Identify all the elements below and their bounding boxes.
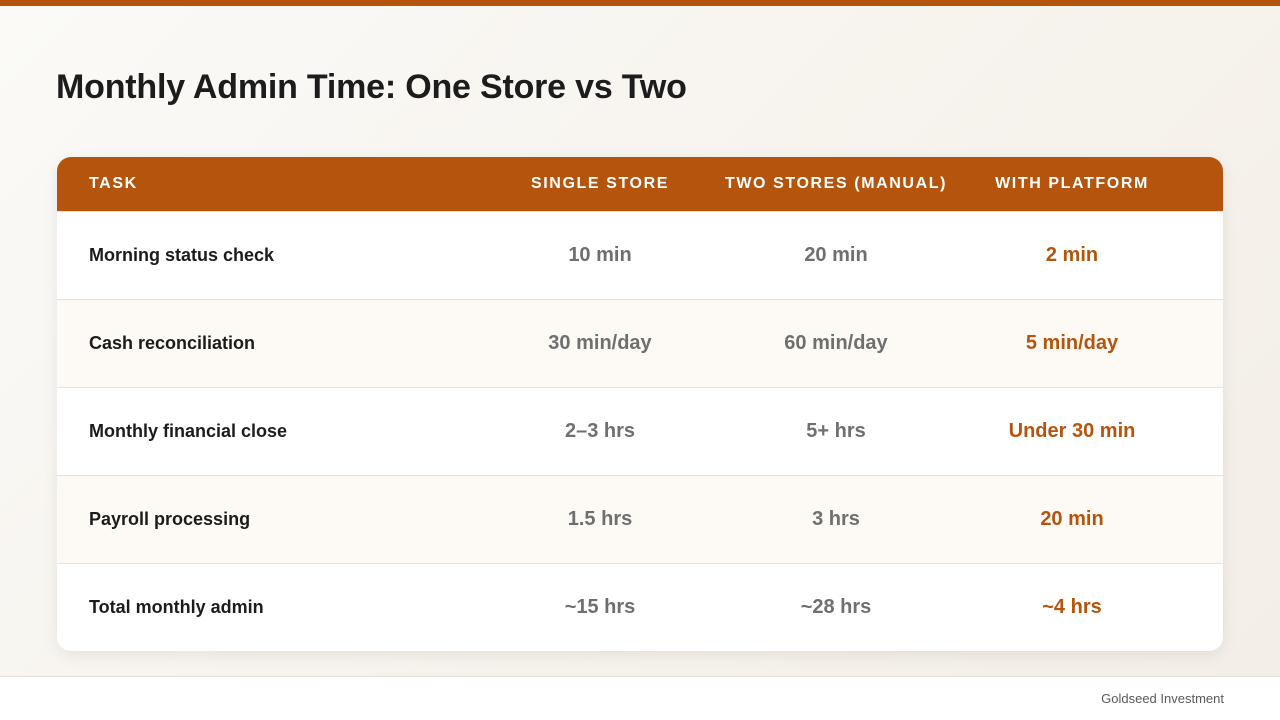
footer-bar: Goldseed Investment xyxy=(0,676,1280,720)
page-title: Monthly Admin Time: One Store vs Two xyxy=(56,68,687,106)
table-row: Cash reconciliation 30 min/day 60 min/da… xyxy=(57,299,1223,387)
header-with-platform: WITH PLATFORM xyxy=(995,175,1149,192)
header-two-stores-manual: TWO STORES (MANUAL) xyxy=(724,175,948,192)
task-cell: Total monthly admin xyxy=(89,597,264,617)
task-cell: Morning status check xyxy=(89,245,275,265)
header-task: TASK xyxy=(89,175,138,192)
footer-brand: Goldseed Investment xyxy=(1101,691,1224,706)
platform-cell: ~4 hrs xyxy=(1042,596,1102,618)
platform-cell: Under 30 min xyxy=(1008,420,1136,442)
task-cell: Monthly financial close xyxy=(89,421,288,441)
task-cell: Payroll processing xyxy=(89,509,251,529)
platform-cell: 20 min xyxy=(1040,508,1104,530)
single-store-cell: 30 min/day xyxy=(548,332,652,354)
two-stores-cell: 3 hrs xyxy=(812,508,860,530)
platform-cell: 2 min xyxy=(1045,244,1099,266)
table-row-total: Total monthly admin ~15 hrs ~28 hrs ~4 h… xyxy=(57,563,1223,651)
single-store-cell: 10 min xyxy=(568,244,632,266)
single-store-cell: ~15 hrs xyxy=(564,596,636,618)
single-store-cell: 1.5 hrs xyxy=(567,508,633,530)
comparison-table: TASK SINGLE STORE TWO STORES (MANUAL) WI… xyxy=(57,157,1223,651)
two-stores-cell: 60 min/day xyxy=(784,332,888,354)
table-row: Morning status check 10 min 20 min 2 min xyxy=(57,211,1223,299)
two-stores-cell: ~28 hrs xyxy=(800,596,872,618)
task-cell: Cash reconciliation xyxy=(89,333,256,353)
single-store-cell: 2–3 hrs xyxy=(564,420,636,442)
table-row: Monthly financial close 2–3 hrs 5+ hrs U… xyxy=(57,387,1223,475)
header-single-store: SINGLE STORE xyxy=(530,175,670,192)
table-header: TASK SINGLE STORE TWO STORES (MANUAL) WI… xyxy=(57,157,1223,211)
two-stores-cell: 20 min xyxy=(804,244,868,266)
top-accent-bar xyxy=(0,0,1280,6)
platform-cell: 5 min/day xyxy=(1025,332,1119,354)
two-stores-cell: 5+ hrs xyxy=(806,420,866,442)
table-row: Payroll processing 1.5 hrs 3 hrs 20 min xyxy=(57,475,1223,563)
